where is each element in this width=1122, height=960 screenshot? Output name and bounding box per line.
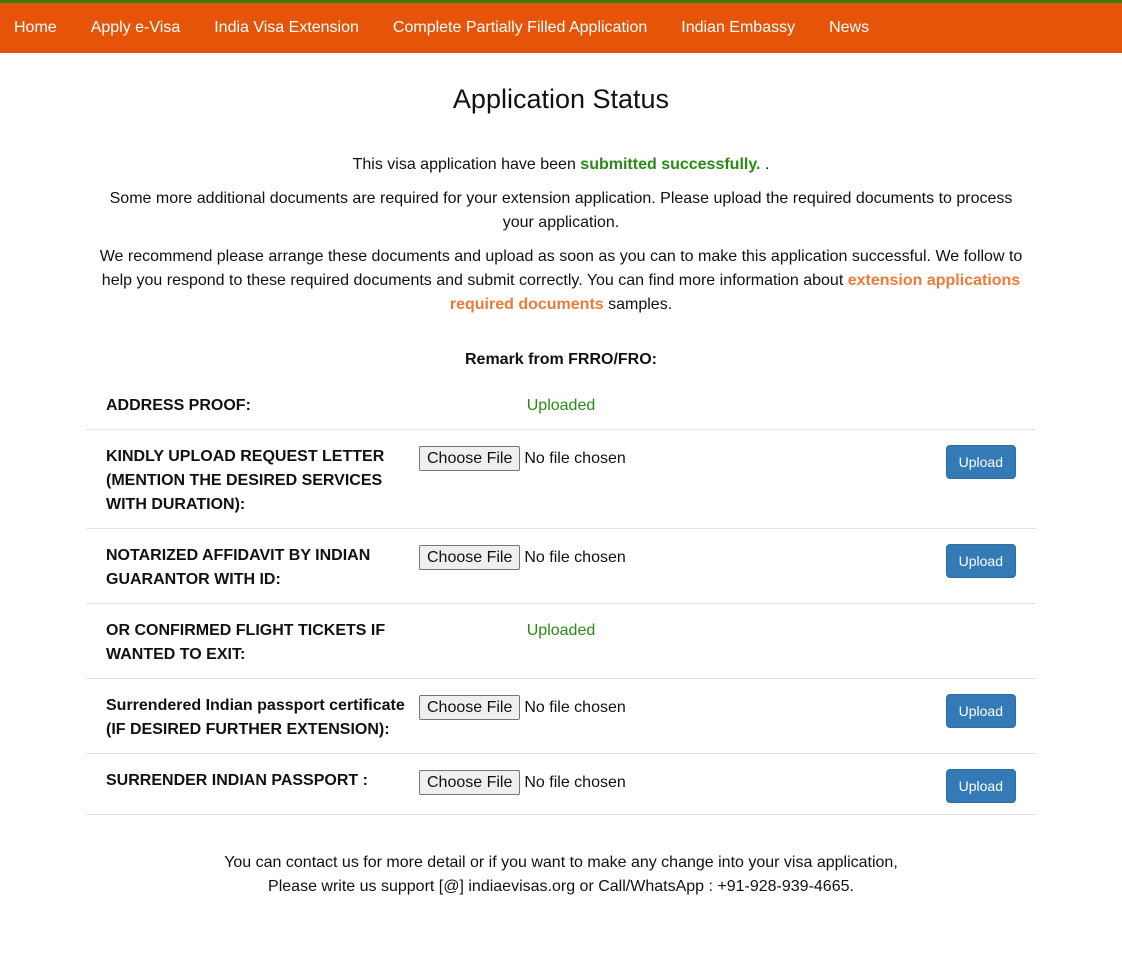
nav-indian-embassy[interactable]: Indian Embassy [681,19,795,37]
document-label: OR CONFIRMED FLIGHT TICKETS IF WANTED TO… [106,622,386,663]
nav-complete-partially-filled-application[interactable]: Complete Partially Filled Application [393,19,647,37]
upload-button[interactable]: Upload [945,694,1016,728]
document-row-address-proof: ADDRESS PROOF: Uploaded [86,381,1036,430]
status-badge: submitted successfully. [580,156,761,173]
file-chosen-status: No file chosen [524,549,626,566]
file-input[interactable]: Choose File No file chosen [419,445,946,471]
choose-file-button[interactable]: Choose File [419,695,521,720]
document-row-surrender-passport: SURRENDER INDIAN PASSPORT : Choose File … [86,754,1036,815]
documents-list: ADDRESS PROOF: Uploaded KINDLY UPLOAD RE… [86,381,1036,815]
uploaded-status: Uploaded [526,622,596,639]
nav-india-visa-extension[interactable]: India Visa Extension [214,19,359,37]
upload-button[interactable]: Upload [945,445,1016,479]
status-suffix: . [760,156,770,173]
file-chosen-status: No file chosen [524,450,626,467]
contact-line-1: You can contact us for more detail or if… [224,854,898,871]
document-status-cell: Uploaded [419,619,1016,643]
choose-file-button[interactable]: Choose File [419,545,521,570]
document-row-notarized-affidavit: NOTARIZED AFFIDAVIT BY INDIAN GUARANTOR … [86,529,1036,604]
document-status-cell: Uploaded [419,394,1016,418]
recommendation-suffix: samples. [603,296,673,313]
file-input[interactable]: Choose File No file chosen [419,769,946,795]
document-row-flight-tickets: OR CONFIRMED FLIGHT TICKETS IF WANTED TO… [86,604,1036,679]
contact-note: You can contact us for more detail or if… [0,851,1122,899]
document-label: Surrendered Indian passport certificate … [106,697,405,738]
top-navigation-bar: Home Apply e-Visa India Visa Extension C… [0,0,1122,53]
additional-docs-text: Some more additional documents are requi… [109,190,1013,231]
document-row-request-letter: KINDLY UPLOAD REQUEST LETTER (MENTION TH… [86,430,1036,529]
upload-button[interactable]: Upload [945,769,1016,803]
choose-file-button[interactable]: Choose File [419,446,521,471]
uploaded-status: Uploaded [526,397,596,414]
nav-home[interactable]: Home [14,19,57,37]
file-chosen-status: No file chosen [524,699,626,716]
file-input[interactable]: Choose File No file chosen [419,544,946,570]
file-input[interactable]: Choose File No file chosen [419,694,946,720]
recommendation-text: We recommend please arrange these docume… [96,245,1026,317]
document-label: KINDLY UPLOAD REQUEST LETTER (MENTION TH… [106,448,385,513]
contact-line-2: Please write us support [@] indiaevisas.… [268,878,854,895]
upload-button[interactable]: Upload [945,544,1016,578]
status-prefix: This visa application have been [352,156,581,173]
nav-news[interactable]: News [829,19,869,37]
file-chosen-status: No file chosen [524,774,626,791]
submission-status-text: This visa application have been submitte… [0,153,1122,177]
page-title: Application Status [452,84,670,114]
document-label: ADDRESS PROOF: [106,397,251,414]
remark-heading: Remark from FRRO/FRO: [464,351,658,368]
document-label: SURRENDER INDIAN PASSPORT : [106,772,368,789]
document-label: NOTARIZED AFFIDAVIT BY INDIAN GUARANTOR … [106,547,371,588]
choose-file-button[interactable]: Choose File [419,770,521,795]
nav-apply-e-visa[interactable]: Apply e-Visa [91,19,181,37]
intro-message: This visa application have been submitte… [0,153,1122,317]
document-row-surrendered-passport-certificate: Surrendered Indian passport certificate … [86,679,1036,754]
